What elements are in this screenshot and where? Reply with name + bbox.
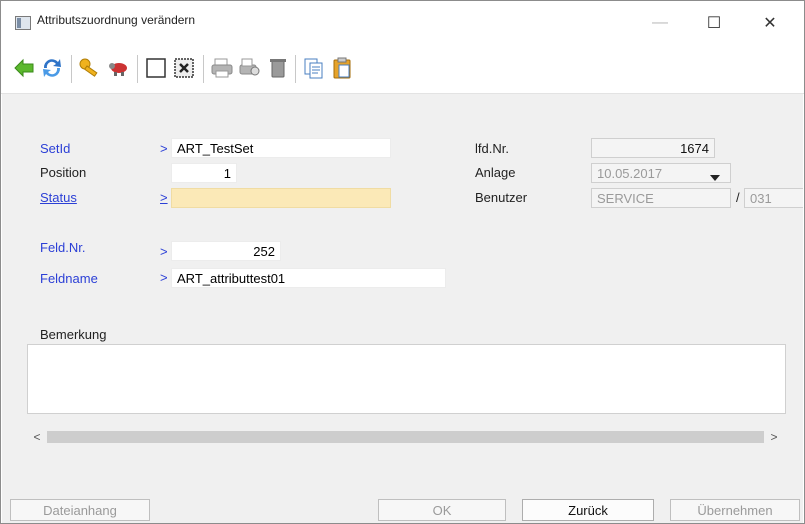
bemerkung-textarea[interactable] (27, 344, 786, 414)
uebernehmen-button[interactable]: Übernehmen (670, 499, 800, 521)
zurueck-button[interactable]: Zurück (522, 499, 654, 521)
scroll-right-icon[interactable]: > (764, 428, 784, 446)
toolbar-separator (295, 55, 296, 83)
paste-icon[interactable] (329, 55, 355, 81)
toolbar-separator (71, 55, 72, 83)
print-icon[interactable] (209, 55, 235, 81)
setid-label[interactable]: SetId (40, 141, 70, 156)
dialog-window: Attributszuordnung verändern — ☐ ✕ SetId… (0, 0, 805, 524)
app-icon (15, 16, 31, 30)
select-all-icon[interactable] (143, 55, 169, 81)
position-label: Position (40, 165, 87, 180)
feldname-lookup-arrow[interactable]: > (160, 270, 168, 285)
horizontal-scrollbar[interactable]: < > (27, 428, 784, 446)
title-bar: Attributszuordnung verändern — ☐ ✕ (1, 1, 804, 45)
scrollbar-thumb[interactable] (47, 431, 764, 443)
ok-button[interactable]: OK (378, 499, 506, 521)
button-bar: Dateianhang OK Zurück Übernehmen (2, 493, 803, 523)
toolbar (1, 45, 804, 94)
copy-icon[interactable] (301, 55, 327, 81)
key-icon[interactable] (77, 55, 103, 81)
lfdnr-field: 1674 (591, 138, 715, 158)
scroll-left-icon[interactable]: < (27, 428, 47, 446)
status-label[interactable]: Status (40, 190, 77, 205)
print-preview-icon[interactable] (237, 55, 263, 81)
benutzer-label: Benutzer (475, 190, 528, 205)
minimize-button[interactable]: — (637, 7, 683, 39)
benutzer-field: SERVICE (591, 188, 731, 208)
refresh-icon[interactable] (39, 55, 65, 81)
delete-icon[interactable] (265, 55, 291, 81)
feldname-label: Feldname (40, 271, 98, 286)
lfdnr-label: lfd.Nr. (475, 141, 509, 156)
benutzer-extra-field: 031 (744, 188, 803, 208)
feldnr-label: Feld.Nr. (40, 240, 86, 255)
close-button[interactable]: ✕ (747, 7, 793, 39)
feldnr-field[interactable]: 252 (171, 241, 281, 261)
feldname-field[interactable]: ART_attributtest01 (171, 268, 446, 288)
benutzer-separator: / (736, 190, 740, 205)
dateianhang-button[interactable]: Dateianhang (10, 499, 150, 521)
feldnr-lookup-arrow[interactable]: > (160, 244, 168, 259)
maximize-button[interactable]: ☐ (691, 7, 737, 39)
anlage-label: Anlage (475, 165, 516, 180)
deselect-icon[interactable] (171, 55, 197, 81)
setid-lookup-arrow[interactable]: > (160, 141, 168, 156)
status-field[interactable] (171, 188, 391, 208)
form-area: SetId > ART_TestSet Position 1 Status > … (2, 94, 803, 493)
animal-icon[interactable] (105, 55, 131, 81)
bemerkung-label: Bemerkung (40, 327, 107, 342)
toolbar-separator (203, 55, 204, 83)
window-title: Attributszuordnung verändern (37, 13, 196, 27)
dropdown-arrow-icon[interactable] (710, 169, 720, 184)
toolbar-separator (137, 55, 138, 83)
status-lookup-arrow[interactable]: > (160, 190, 168, 205)
setid-field[interactable]: ART_TestSet (171, 138, 391, 158)
back-icon[interactable] (11, 55, 37, 81)
position-field[interactable]: 1 (171, 163, 237, 183)
